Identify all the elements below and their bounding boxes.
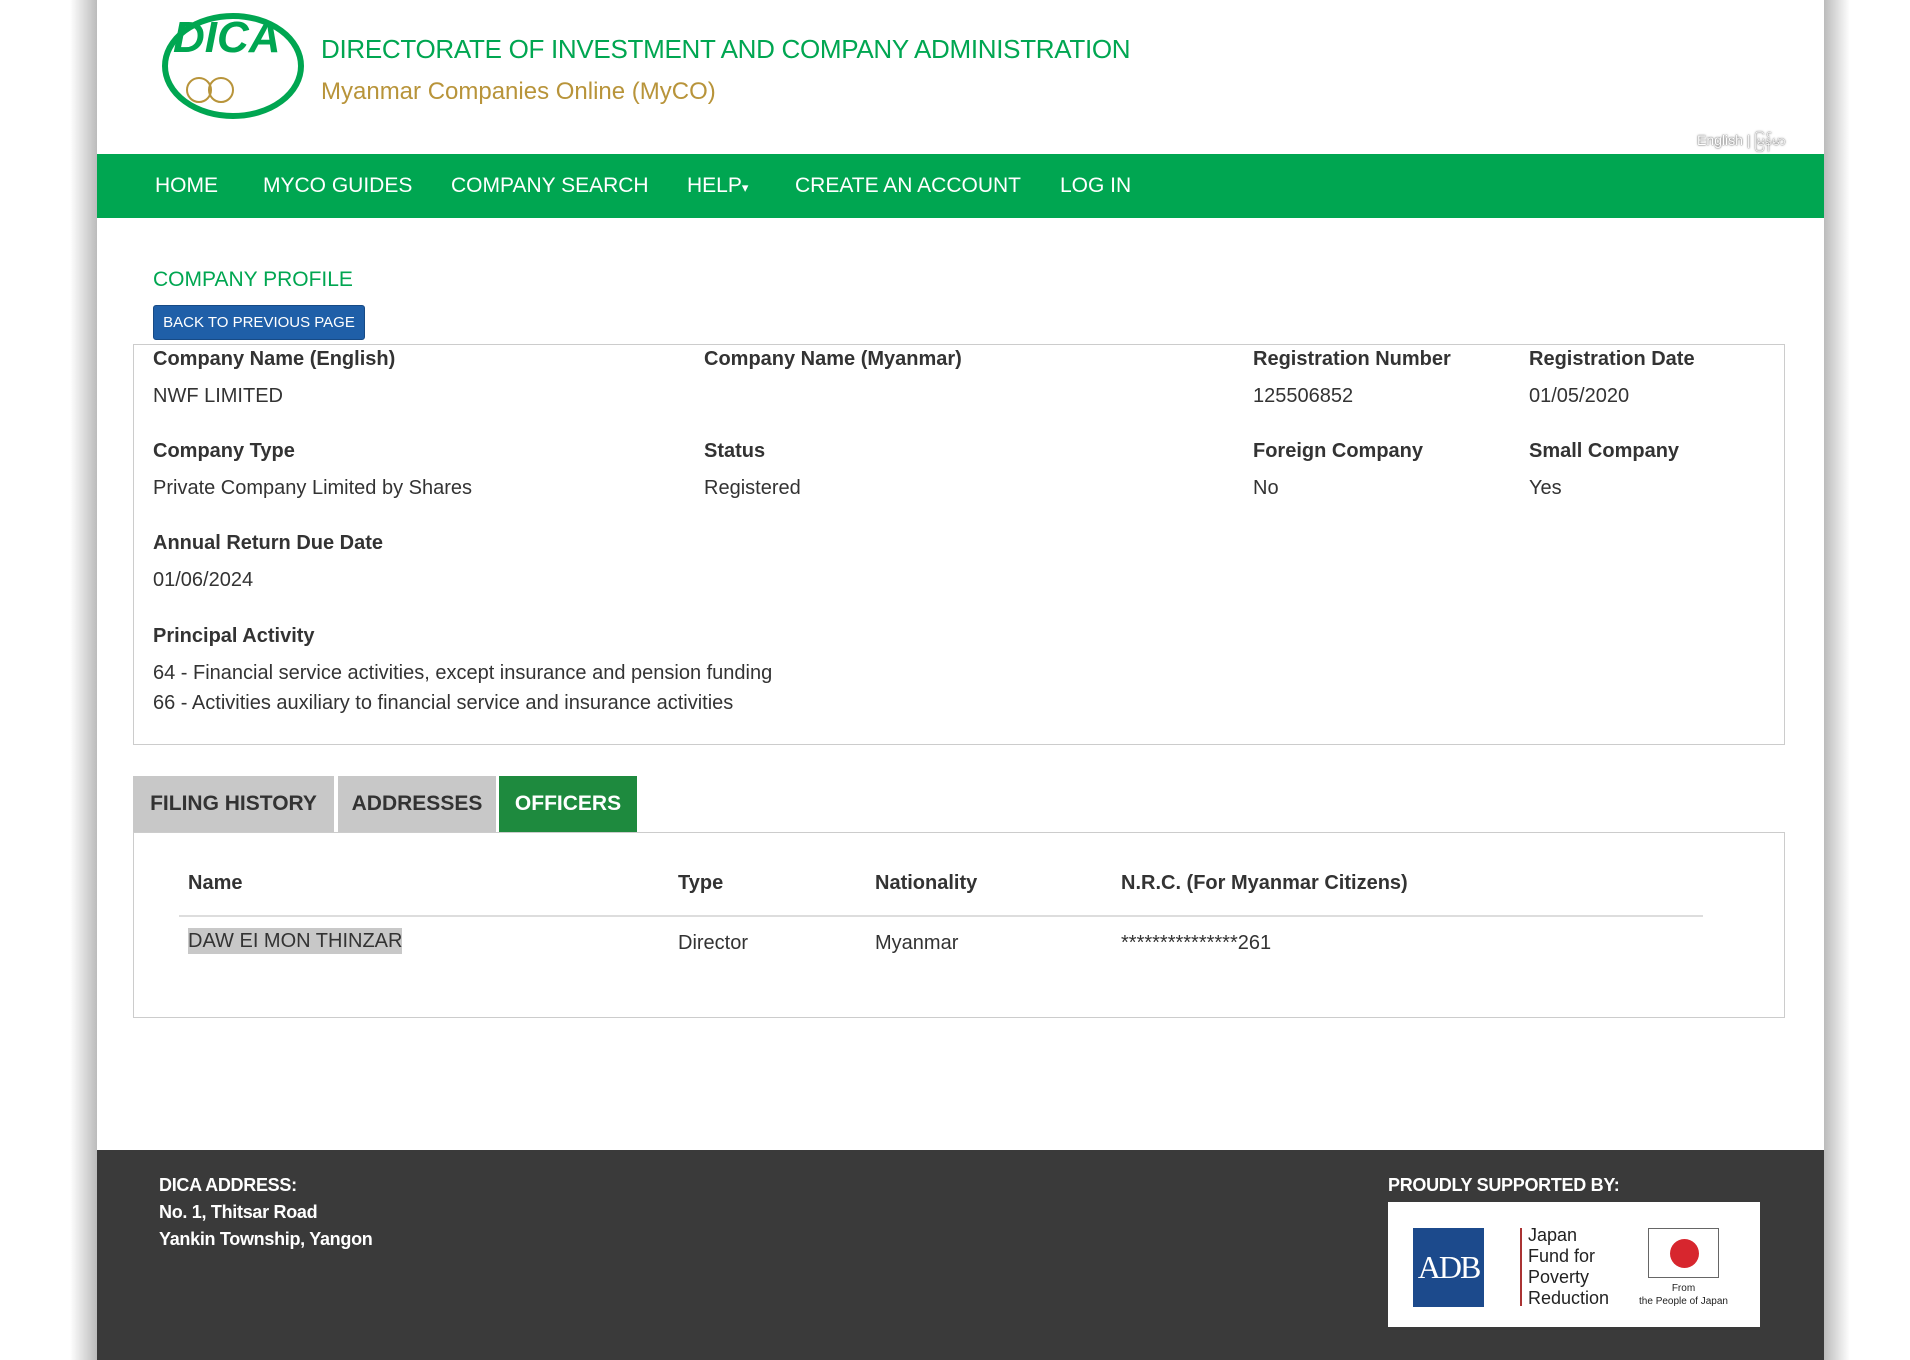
label-annual-return: Annual Return Due Date [153, 532, 384, 554]
jfpr-logo: Japan Fund for Poverty Reduction [1528, 1225, 1609, 1309]
label-principal-activity: Principal Activity [153, 625, 315, 647]
table-row-officer: DAW EI MON THINZAR [188, 928, 403, 954]
page-shadow-left [0, 0, 97, 1360]
nav-log-in[interactable]: LOG IN [1060, 174, 1131, 198]
adb-logo: ADB [1413, 1228, 1484, 1307]
page-shadow-right [1824, 0, 1910, 1360]
table-header-divider [179, 915, 1703, 917]
japan-caption: From the People of Japan [1628, 1282, 1739, 1308]
lang-separator: | [1746, 132, 1751, 148]
label-status: Status [704, 440, 766, 462]
label-foreign-company: Foreign Company [1253, 440, 1424, 462]
officer-nrc: ***************261 [1121, 932, 1272, 954]
language-switcher: English | မြန်မာ [1697, 131, 1786, 152]
label-small-company: Small Company [1529, 440, 1680, 462]
jfpr-line: Japan [1528, 1225, 1578, 1245]
officer-name-link[interactable]: DAW EI MON THINZAR [188, 928, 403, 954]
column-header-nationality: Nationality [875, 872, 978, 894]
principal-activity-item: 66 - Activities auxiliary to financial s… [153, 692, 734, 714]
nav-create-account[interactable]: CREATE AN ACCOUNT [795, 174, 1021, 198]
jfpr-line: Fund for [1528, 1246, 1596, 1266]
principal-activity-item: 64 - Financial service activities, excep… [153, 662, 773, 684]
page-heading: COMPANY PROFILE [153, 268, 353, 291]
jfpr-divider [1520, 1228, 1522, 1306]
nav-help-label: HELP [687, 174, 742, 197]
tab-addresses[interactable]: ADDRESSES [338, 776, 496, 832]
label-company-name-mm: Company Name (Myanmar) [704, 348, 962, 370]
nav-help[interactable]: HELP▾ [687, 174, 748, 198]
japan-caption-line: From [1671, 1283, 1696, 1294]
address-line: No. 1, Thitsar Road [159, 1202, 318, 1222]
label-company-type: Company Type [153, 440, 295, 462]
lang-english[interactable]: English [1697, 132, 1743, 148]
column-header-nrc: N.R.C. (For Myanmar Citizens) [1121, 872, 1408, 894]
supported-title: PROUDLY SUPPORTED BY: [1388, 1175, 1620, 1195]
caret-down-icon: ▾ [741, 180, 749, 195]
site-subtitle: Myanmar Companies Online (MyCO) [321, 78, 716, 105]
jfpr-line: Reduction [1528, 1288, 1610, 1308]
japan-flag-icon [1648, 1228, 1719, 1278]
page: DICA DIRECTORATE OF INVESTMENT AND COMPA… [97, 0, 1824, 1360]
svg-text:DICA: DICA [173, 13, 281, 62]
value-foreign-company: No [1253, 477, 1279, 499]
back-button[interactable]: BACK TO PREVIOUS PAGE [153, 305, 365, 340]
value-registration-number: 125506852 [1253, 385, 1354, 407]
japan-caption-line: the People of Japan [1639, 1296, 1728, 1307]
dica-logo[interactable]: DICA [159, 0, 312, 119]
value-status: Registered [704, 477, 801, 499]
value-small-company: Yes [1529, 477, 1562, 499]
address-title: DICA ADDRESS: [159, 1175, 297, 1195]
column-header-name: Name [188, 872, 243, 894]
label-registration-number: Registration Number [1253, 348, 1451, 370]
value-annual-return: 01/06/2024 [153, 569, 254, 591]
main-nav: HOME MYCO GUIDES COMPANY SEARCH HELP▾ CR… [97, 154, 1824, 218]
value-registration-date: 01/05/2020 [1529, 385, 1630, 407]
nav-home[interactable]: HOME [155, 174, 218, 198]
tab-officers[interactable]: OFFICERS [499, 776, 637, 832]
value-company-type: Private Company Limited by Shares [153, 477, 473, 499]
lang-myanmar[interactable]: မြန်မာ [1754, 132, 1785, 148]
label-registration-date: Registration Date [1529, 348, 1695, 370]
officer-type: Director [678, 932, 749, 954]
address-line: Yankin Township, Yangon [159, 1229, 373, 1249]
officers-table-panel [133, 832, 1785, 1018]
nav-company-search[interactable]: COMPANY SEARCH [451, 174, 649, 198]
site-title: DIRECTORATE OF INVESTMENT AND COMPANY AD… [321, 34, 1131, 64]
nav-myco-guides[interactable]: MYCO GUIDES [263, 174, 412, 198]
sponsors-box: ADB Japan Fund for Poverty Reduction Fro… [1388, 1202, 1760, 1327]
tab-filing-history[interactable]: FILING HISTORY [133, 776, 334, 832]
officer-nationality: Myanmar [875, 932, 959, 954]
column-header-type: Type [678, 872, 724, 894]
value-company-name-en: NWF LIMITED [153, 385, 283, 407]
label-company-name-en: Company Name (English) [153, 348, 396, 370]
jfpr-line: Poverty [1528, 1267, 1590, 1287]
